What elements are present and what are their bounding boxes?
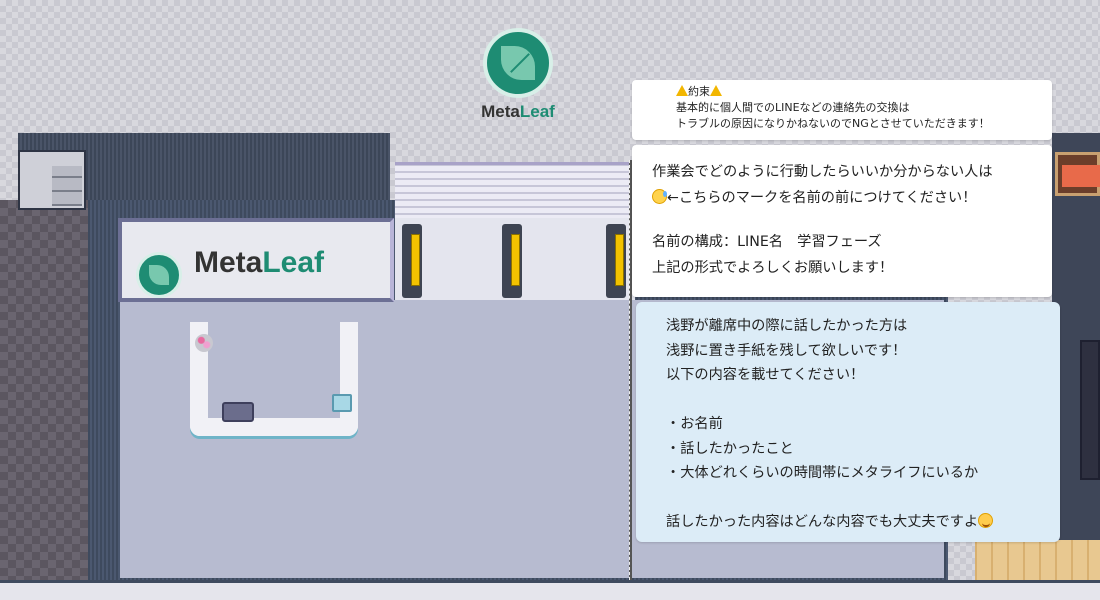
building-corner xyxy=(18,150,86,210)
warning-icon xyxy=(710,85,722,96)
message-line: 浅野に置き手紙を残して欲しいです！ xyxy=(666,342,907,359)
rules-line: トラブルの原因になりかねないのでNGとさせていただきます！ xyxy=(676,117,990,130)
desk-tray xyxy=(332,394,352,412)
sweat-face-icon xyxy=(652,189,667,204)
warning-icon xyxy=(676,85,688,96)
left-wall xyxy=(0,200,88,580)
wooden-floor xyxy=(975,540,1100,585)
message-note[interactable]: 浅野が離席中の際に話したかった方は 浅野に置き手紙を残して欲しいです！ 以下の内… xyxy=(636,302,1060,542)
ticket-gate xyxy=(502,224,522,298)
cash-register[interactable] xyxy=(222,402,254,422)
howto-line: 名前の構成：LINE名 学習フェーズ xyxy=(652,234,882,250)
howto-line: ←こちらのマークを名前の前につけてください！ xyxy=(652,185,1052,211)
reception-desk[interactable] xyxy=(190,322,358,436)
message-list-item: ・お名前 xyxy=(666,416,723,432)
entrance-shutter xyxy=(395,162,635,220)
rules-title: 約束 xyxy=(676,84,1052,100)
right-shelf xyxy=(1080,340,1100,480)
metaleaf-signboard: MetaLeaf xyxy=(118,218,394,302)
smiling-face-icon xyxy=(978,513,994,528)
howto-line: 作業会でどのように行動したらいいか分からない人は xyxy=(652,164,993,180)
signboard-text: MetaLeaf xyxy=(194,246,325,279)
leaf-icon xyxy=(483,28,553,98)
rules-line: 基本的に個人間でのLINEなどの連絡先の交換は xyxy=(676,101,910,114)
top-logo: MetaLeaf xyxy=(468,28,568,122)
right-window xyxy=(1055,152,1100,196)
flower-vase[interactable] xyxy=(195,334,213,352)
message-closing: 話したかった内容はどんな内容でも大丈夫ですよ xyxy=(666,510,1060,535)
howto-line: 上記の形式でよろしくお願いします！ xyxy=(652,260,894,276)
howto-note[interactable]: 作業会でどのように行動したらいいか分からない人は ←こちらのマークを名前の前につ… xyxy=(632,145,1052,297)
message-list-item: ・大体どれくらいの時間帯にメタライフにいるか xyxy=(666,465,979,481)
message-line: 浅野が離席中の際に話したかった方は xyxy=(666,318,908,334)
message-list-item: ・話したかったこと xyxy=(666,440,794,457)
top-logo-text: MetaLeaf xyxy=(481,102,555,121)
ticket-gate xyxy=(606,224,626,298)
ticket-gate xyxy=(402,224,422,298)
rules-note[interactable]: 約束 基本的に個人間でのLINEなどの連絡先の交換は トラブルの原因になりかねな… xyxy=(632,80,1052,140)
message-line: 以下の内容を載せてください！ xyxy=(666,367,865,383)
leaf-icon xyxy=(136,252,182,298)
bottom-wall xyxy=(0,580,1100,600)
